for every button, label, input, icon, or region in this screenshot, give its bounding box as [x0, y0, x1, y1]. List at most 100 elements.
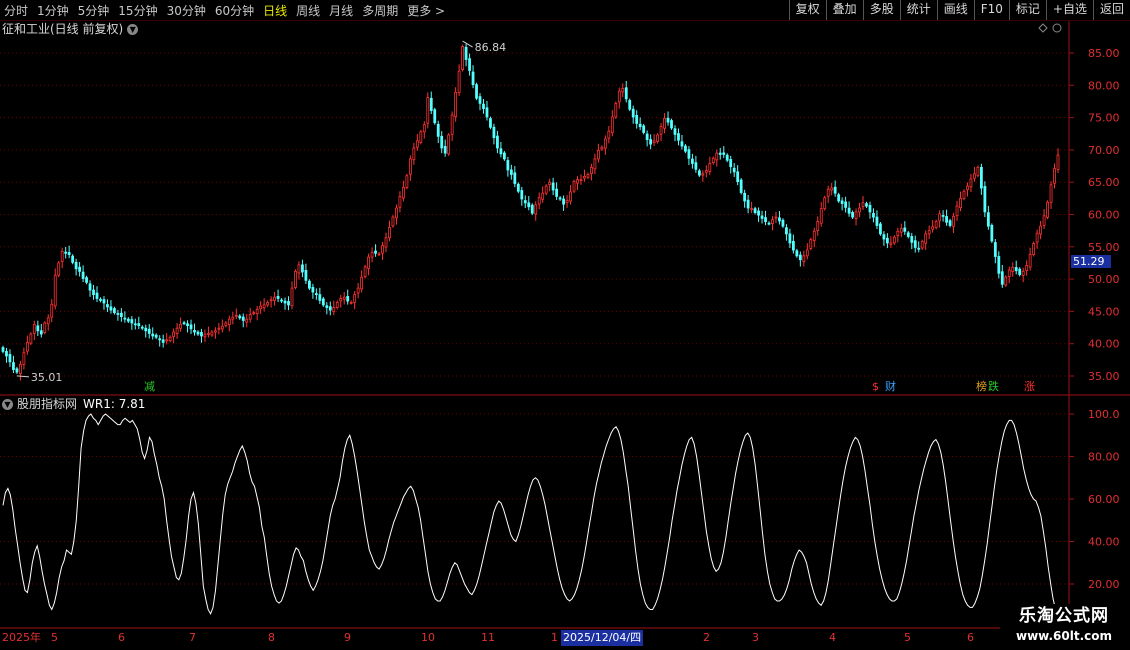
candle-body — [537, 197, 541, 205]
candle-body — [126, 318, 130, 322]
candle-body — [603, 138, 607, 149]
candle-body — [1007, 269, 1011, 277]
candle-body — [617, 90, 621, 103]
candle-body — [356, 287, 360, 294]
candle-body — [697, 170, 701, 176]
date-tick: 9 — [344, 631, 351, 644]
candle-body — [805, 249, 809, 257]
candle-body — [46, 317, 50, 325]
candle-body — [207, 332, 210, 335]
candle-body — [440, 135, 444, 149]
candle-body — [596, 150, 600, 160]
event-marker-fall[interactable]: 跌 — [987, 380, 1000, 393]
candle-body — [952, 216, 955, 227]
candle-body — [402, 186, 405, 199]
candle-body — [106, 304, 109, 308]
candle-body — [475, 84, 478, 99]
event-marker-rise[interactable]: 涨 — [1023, 380, 1036, 393]
main-grid — [0, 21, 1130, 628]
candle-body — [959, 197, 962, 209]
chevron-down-icon[interactable]: ▼ — [127, 23, 139, 35]
candle-body — [259, 305, 263, 310]
event-marker-reduce[interactable]: 减 — [143, 380, 156, 393]
candle-body — [1021, 270, 1025, 276]
candle-body — [774, 216, 778, 219]
candle-body — [858, 207, 861, 213]
candle-body — [85, 277, 88, 283]
candle-body — [798, 254, 802, 261]
crosshair-date-label: 2025/12/04/四 — [561, 630, 644, 646]
watermark-title: 乐淘公式网 — [1019, 606, 1109, 626]
candle-body — [186, 323, 189, 327]
candle-body — [663, 117, 666, 129]
candle-body — [67, 252, 71, 255]
candle-body — [496, 135, 499, 149]
candle-body — [255, 309, 259, 314]
candle-body — [113, 308, 116, 314]
candle-body — [927, 230, 931, 235]
date-axis: 2025年 5 6 7 8 9 10 11 1 2025/12/04/四 2 3… — [0, 630, 1070, 646]
event-marker-finance[interactable]: 财 — [884, 380, 897, 393]
candle-body — [544, 185, 548, 194]
candle-body — [760, 215, 764, 219]
candle-body — [161, 339, 165, 343]
candle-body — [130, 319, 134, 324]
high-price-label: 86.84 — [475, 41, 507, 54]
candle-body — [670, 120, 673, 129]
candle-body — [283, 300, 287, 304]
candle-body — [443, 146, 447, 154]
candle-body — [1, 347, 5, 352]
candle-body — [986, 212, 990, 227]
low-pointer — [16, 375, 29, 378]
candle-body — [280, 299, 283, 302]
y-tick-label: 35.00 — [1088, 370, 1120, 383]
candle-body — [948, 220, 952, 226]
indicator-title-bar: ▼ 股朋指标网 WR1: 7.81 — [2, 396, 145, 412]
chevron-down-icon[interactable]: ▼ — [2, 398, 13, 410]
candle-body — [461, 46, 465, 70]
candle-body — [179, 323, 182, 329]
candle-body — [60, 250, 64, 262]
candle-body — [743, 192, 747, 202]
candle-body — [677, 133, 680, 141]
candle-body — [172, 331, 176, 337]
candle-body — [1014, 267, 1018, 272]
candle-body — [593, 158, 597, 170]
candle-body — [1032, 243, 1036, 255]
candle-body — [565, 199, 569, 204]
candle-body — [482, 103, 485, 109]
candle-body — [1039, 225, 1042, 235]
candle-body — [833, 186, 837, 194]
candle-body — [1000, 271, 1004, 285]
candle-body — [213, 330, 217, 333]
candle-body — [558, 197, 562, 200]
candle-body — [168, 336, 172, 341]
candle-body — [837, 194, 841, 202]
candle-body — [25, 342, 29, 352]
event-marker-dollar[interactable]: $ — [871, 380, 880, 393]
candle-body — [541, 192, 545, 200]
candle-body — [746, 199, 750, 209]
indicator-grid — [0, 413, 1070, 629]
candle-body — [471, 71, 475, 86]
candle-body — [140, 326, 144, 329]
candle-body — [781, 219, 785, 227]
candle-body — [384, 237, 388, 248]
chart-canvas[interactable]: 85.00 80.00 75.00 70.00 65.00 60.00 55.00 50.00… — [0, 0, 1130, 650]
candle-body — [464, 46, 468, 60]
candle-body — [889, 242, 893, 245]
candle-body — [973, 173, 976, 179]
candle-body — [489, 118, 492, 128]
candle-body — [224, 322, 228, 326]
candle-body — [426, 97, 430, 124]
candle-body — [771, 219, 774, 224]
candle-body — [353, 294, 357, 303]
candle-body — [642, 125, 646, 133]
candle-body — [29, 333, 33, 344]
candle-body — [910, 236, 914, 243]
circle-icon — [1052, 23, 1062, 33]
candle-body — [43, 322, 47, 333]
candle-body — [635, 115, 639, 124]
candle-body — [718, 152, 722, 155]
y-tick-label: 55.00 — [1088, 241, 1120, 254]
